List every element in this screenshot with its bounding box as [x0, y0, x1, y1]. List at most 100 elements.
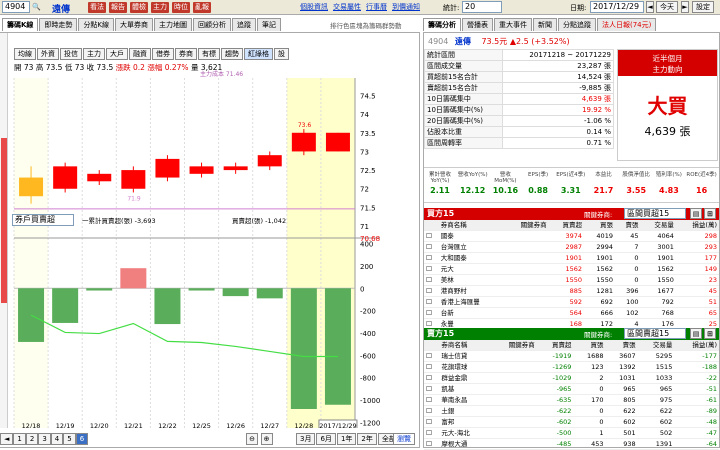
left-tab-1[interactable]: 即時走勢 [39, 18, 78, 31]
candle-body[interactable] [325, 132, 350, 152]
row-checkbox[interactable]: ☐ [424, 230, 439, 242]
left-tab-6[interactable]: 追蹤 [232, 18, 257, 31]
flow-bar[interactable] [52, 288, 79, 323]
table-row[interactable]: ☐ 國泰 3974 4019 45 4064 298 [424, 230, 719, 242]
candle-body[interactable] [87, 173, 112, 182]
zoom-out-icon[interactable]: ⊖ [246, 433, 258, 445]
flow-bar[interactable] [290, 288, 317, 409]
candle-body[interactable] [291, 132, 316, 152]
stats-select[interactable]: 20 [462, 1, 502, 13]
left-tab-7[interactable]: 筆記 [257, 18, 282, 31]
table-row[interactable]: ☐ 元大-海北 -500 1 501 502 -47 [424, 427, 719, 439]
row-checkbox[interactable]: ☐ [424, 427, 440, 439]
flow-bar[interactable] [188, 288, 215, 291]
pager-page-2[interactable]: 3 [38, 433, 51, 445]
candle-body[interactable] [53, 166, 78, 189]
candle-body[interactable] [155, 158, 180, 178]
search-icon[interactable]: 🔍 [32, 3, 41, 11]
flow-bar[interactable] [222, 288, 249, 297]
candle-body[interactable] [189, 166, 214, 174]
candle-body[interactable] [121, 170, 146, 189]
sell-filter-select[interactable]: 區間賣超15 [624, 328, 686, 339]
table-row[interactable]: ☐ 香港上海匯豐 592 692 100 792 51 [424, 296, 719, 308]
table-row[interactable]: ☐ 凱基 -965 0 965 965 -51 [424, 383, 719, 395]
table-row[interactable]: ☐ 美林 1550 1550 0 1550 23 [424, 274, 719, 286]
left-tab-5[interactable]: 回顧分析 [193, 18, 232, 31]
range-button-0[interactable]: 3月 [296, 433, 316, 445]
table-row[interactable]: ☐ 台灣匯立 2987 2994 7 3001 293 [424, 241, 719, 253]
column-header[interactable]: 交易量 [640, 220, 676, 231]
column-header[interactable]: 買張 [573, 340, 606, 351]
column-header[interactable]: 損益(萬) [675, 220, 719, 231]
row-checkbox[interactable]: ☐ [424, 296, 439, 308]
top-link-2[interactable]: 行事曆 [366, 3, 387, 11]
table-row[interactable]: ☐ 瑞士信貸 -1919 1688 3607 5295 -177 [424, 350, 719, 362]
left-tab-2[interactable]: 分點K線 [78, 18, 115, 31]
row-checkbox[interactable]: ☐ [424, 394, 440, 406]
buy-filter-select[interactable]: 區間買超15 [624, 208, 686, 219]
table-row[interactable]: ☐ 群益金鼎 -1029 2 1031 1033 -22 [424, 372, 719, 384]
row-checkbox[interactable]: ☐ [424, 263, 439, 275]
column-header[interactable]: 關鍵券商 [503, 220, 549, 231]
pager-prev-icon[interactable]: ◄ [0, 433, 14, 445]
pager-page-3[interactable]: 4 [50, 433, 64, 445]
range-button-3[interactable]: 2年 [357, 433, 377, 445]
row-checkbox[interactable]: ☐ [424, 405, 440, 417]
column-header[interactable]: 券商名稱 [438, 220, 504, 231]
top-link-3[interactable]: 到價通知 [392, 3, 420, 11]
top-link-0[interactable]: 個股資訊 [300, 3, 328, 11]
candle-body[interactable] [19, 177, 44, 197]
right-tab-4[interactable]: 分點追蹤 [558, 18, 596, 31]
buy-grid-icon[interactable]: ▤ [690, 208, 702, 219]
today-button[interactable]: 今天 [656, 1, 678, 13]
flow-bar[interactable] [256, 288, 283, 299]
lower-indicator-select[interactable]: 券戶買賣超 [12, 214, 74, 226]
browse-button[interactable]: 瀏覽 [393, 433, 415, 445]
range-button-1[interactable]: 6月 [316, 433, 336, 445]
flow-bar[interactable] [120, 268, 147, 289]
column-header[interactable]: 買賣超 [536, 340, 574, 351]
table-row[interactable]: ☐ 台新 564 666 102 768 65 [424, 307, 719, 319]
date-input[interactable]: 2017/12/29 [590, 1, 644, 13]
top-button-3[interactable]: 主力 [151, 2, 169, 13]
row-checkbox[interactable]: ☐ [424, 383, 440, 395]
row-checkbox[interactable]: ☐ [424, 361, 440, 373]
column-header[interactable]: 賣張 [614, 220, 641, 231]
top-button-0[interactable]: 看法 [88, 2, 106, 13]
sell-expand-icon[interactable]: ⊞ [704, 328, 716, 339]
row-checkbox[interactable]: ☐ [424, 241, 439, 253]
right-tab-5[interactable]: 法人日報(74元) [597, 18, 657, 31]
settings-button[interactable]: 設定 [692, 1, 714, 13]
row-checkbox[interactable]: ☐ [424, 416, 440, 428]
row-checkbox[interactable]: ☐ [424, 350, 440, 362]
right-tab-2[interactable]: 重大事件 [494, 18, 532, 31]
column-header[interactable]: 買張 [584, 220, 615, 231]
right-tab-1[interactable]: 營播表 [462, 18, 493, 31]
row-checkbox[interactable]: ☐ [424, 252, 439, 264]
pager-page-1[interactable]: 2 [25, 433, 39, 445]
next-day-button[interactable]: ► [681, 1, 689, 13]
sell-grid-icon[interactable]: ▤ [690, 328, 702, 339]
left-tab-4[interactable]: 主力地圖 [154, 18, 193, 31]
table-row[interactable]: ☐ 華南永昌 -635 170 805 975 -61 [424, 394, 719, 406]
pager-page-4[interactable]: 5 [63, 433, 76, 445]
right-tab-0[interactable]: 籌碼分析 [423, 18, 461, 31]
column-header[interactable]: 關鍵券商 [489, 340, 537, 351]
row-checkbox[interactable]: ☐ [424, 274, 439, 286]
prev-day-button[interactable]: ◄ [646, 1, 654, 13]
row-checkbox[interactable]: ☐ [424, 285, 439, 297]
table-row[interactable]: ☐ 港商野村 885 1281 396 1677 45 [424, 285, 719, 297]
column-header[interactable]: 賣張 [605, 340, 638, 351]
left-tab-0[interactable]: 籌碼K線 [2, 18, 39, 31]
flow-bar[interactable] [154, 288, 181, 325]
pager-page-0[interactable]: 1 [13, 433, 26, 445]
candle-body[interactable] [257, 155, 282, 167]
table-row[interactable]: ☐ 富邦 -602 0 602 602 -48 [424, 416, 719, 428]
column-header[interactable]: 券商名稱 [439, 340, 490, 351]
stock-code-input[interactable]: 4904 [2, 1, 30, 13]
table-row[interactable]: ☐ 花旗環球 -1269 123 1392 1515 -188 [424, 361, 719, 373]
top-button-2[interactable]: 體檢 [130, 2, 148, 13]
left-tab-3[interactable]: 大單券商 [115, 18, 154, 31]
column-header[interactable]: 買賣超 [548, 220, 585, 231]
column-header[interactable]: 交易量 [637, 340, 675, 351]
